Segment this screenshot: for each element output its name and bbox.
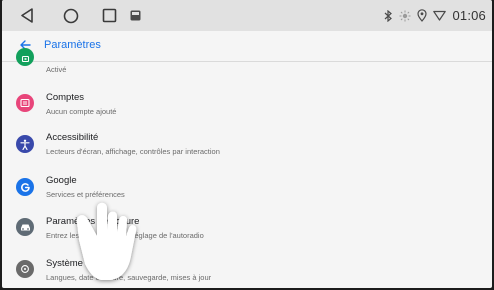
clock: 01:06 <box>452 8 486 23</box>
media-icon[interactable] <box>130 10 141 21</box>
brightness-icon <box>399 10 411 21</box>
recents-square-icon[interactable] <box>102 8 117 23</box>
accessibility-icon <box>16 135 34 153</box>
status-icons: 01:06 <box>384 8 486 23</box>
info-icon <box>16 260 34 278</box>
settings-item-title: Google <box>46 175 77 186</box>
settings-item-subtitle: Lecteurs d'écran, affichage, contrôles p… <box>46 147 220 156</box>
home-circle-icon[interactable] <box>63 8 79 24</box>
settings-item-title: Accessibilité <box>46 132 99 143</box>
settings-item-accounts[interactable]: Comptes Aucun compte ajouté <box>2 92 492 132</box>
lock-icon <box>16 48 34 66</box>
settings-item-subtitle: Aucun compte ajouté <box>46 107 117 116</box>
bluetooth-icon <box>385 9 393 22</box>
location-icon <box>417 9 428 22</box>
pointing-hand-icon <box>76 202 137 280</box>
wifi-icon <box>433 10 447 21</box>
google-icon <box>16 178 34 196</box>
settings-item-subtitle: Activé <box>46 65 67 74</box>
settings-item-title: Comptes <box>46 92 85 103</box>
settings-item-security[interactable]: Activé <box>2 48 492 74</box>
accounts-icon <box>16 94 34 112</box>
status-bar: 01:06 <box>2 0 492 31</box>
settings-item-accessibility[interactable]: Accessibilité Lecteurs d'écran, affichag… <box>2 132 492 172</box>
back-triangle-icon[interactable] <box>20 8 34 23</box>
car-icon <box>16 218 34 236</box>
android-settings-screen: 01:06 Paramètres Activé Comptes Aucun co… <box>2 0 492 288</box>
